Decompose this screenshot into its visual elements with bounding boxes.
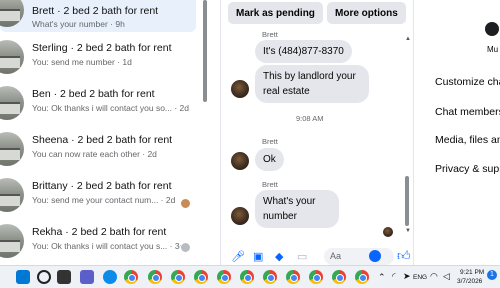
chrome-icon[interactable] <box>309 270 323 284</box>
message-sender: Brett <box>262 180 278 189</box>
emoji-icon[interactable] <box>369 250 381 262</box>
chrome-icon[interactable] <box>355 270 369 284</box>
notification-badge[interactable]: 1 <box>487 270 497 280</box>
customize-chat-item[interactable]: Customize cha <box>435 76 500 88</box>
avatar <box>0 224 24 258</box>
chat-info-panel: Mu Customize cha Chat members Media, fil… <box>415 0 500 265</box>
bell-icon[interactable] <box>485 22 499 36</box>
chrome-icon[interactable] <box>217 270 231 284</box>
conversation-list-scrollbar[interactable] <box>203 0 207 102</box>
conversation-subtitle: You: send me your contact num... · 2d <box>32 195 176 205</box>
message-timestamp: 9:08 AM <box>296 114 324 123</box>
chat-scrollbar[interactable] <box>405 176 409 226</box>
media-files-item[interactable]: Media, files an <box>435 134 500 146</box>
message-composer: 🎤︎ ▣ ◆ ▭ Aa 👍︎ <box>221 248 415 266</box>
message-sender: Brett <box>262 30 278 39</box>
conversation-list: Brett · 2 bed 2 bath for rent What's you… <box>0 0 203 265</box>
network-icon[interactable]: ◜ <box>392 271 396 282</box>
sticker-icon[interactable]: ◆ <box>275 250 283 263</box>
conversation-title: Brett · 2 bed 2 bath for rent <box>32 5 159 17</box>
avatar <box>0 86 24 120</box>
conversation-subtitle: You can now rate each other · 2d <box>32 149 157 159</box>
sender-avatar <box>231 80 249 98</box>
privacy-support-item[interactable]: Privacy & supp <box>435 163 500 175</box>
avatar <box>0 132 24 166</box>
language-indicator[interactable]: ENG <box>413 274 427 281</box>
volume-icon[interactable]: ◁ <box>443 271 450 282</box>
message-sender: Brett <box>262 137 278 146</box>
avatar <box>0 0 24 27</box>
conversation-title: Sterling · 2 bed 2 bath for rent <box>32 42 172 54</box>
mute-label[interactable]: Mu <box>487 45 498 54</box>
location-icon[interactable]: ➤ <box>403 271 411 282</box>
edge-icon[interactable] <box>103 270 117 284</box>
read-receipt-avatar <box>383 227 393 237</box>
conversation-subtitle: You: Ok thanks i will contact you s... ·… <box>32 241 185 251</box>
chat-members-item[interactable]: Chat members <box>435 106 500 118</box>
conversation-item-sheena[interactable]: Sheena · 2 bed 2 bath for rent You can n… <box>0 128 196 170</box>
message-bubble: This by landlord your real estate <box>255 65 369 103</box>
conversation-subtitle: You: Ok thanks i will contact you so... … <box>32 103 190 113</box>
chrome-icon[interactable] <box>124 270 138 284</box>
conversation-title: Ben · 2 bed 2 bath for rent <box>32 88 155 100</box>
message-bubble: Ok <box>255 148 284 171</box>
image-icon[interactable]: ▣ <box>253 250 263 263</box>
conversation-subtitle: You: send me number · 1d <box>32 57 132 67</box>
chat-app-icon[interactable] <box>80 270 94 284</box>
conversation-title: Rekha · 2 bed 2 bath for rent <box>32 226 167 238</box>
message-bubble: What's your number <box>255 190 339 228</box>
clock-time[interactable]: 9:21 PM <box>460 269 484 276</box>
avatar <box>0 178 24 212</box>
sender-avatar <box>231 207 249 225</box>
search-icon[interactable] <box>37 270 51 284</box>
chrome-icon[interactable] <box>332 270 346 284</box>
read-receipt-avatar <box>180 198 191 209</box>
avatar <box>0 40 24 74</box>
conversation-subtitle: What's your number · 9h <box>32 19 125 29</box>
wifi-icon[interactable]: ◠ <box>430 271 438 282</box>
conversation-item-brittany[interactable]: Brittany · 2 bed 2 bath for rent You: se… <box>0 174 196 216</box>
conversation-item-brett[interactable]: Brett · 2 bed 2 bath for rent What's you… <box>0 0 196 32</box>
mark-as-pending-button[interactable]: Mark as pending <box>228 2 323 24</box>
gif-icon[interactable]: ▭ <box>297 250 307 263</box>
chrome-icon[interactable] <box>263 270 277 284</box>
chat-panel: Mark as pending More options Brett ▲ It'… <box>220 0 414 265</box>
windows-start-icon[interactable] <box>16 270 30 284</box>
chrome-icon[interactable] <box>148 270 162 284</box>
conversation-item-sterling[interactable]: Sterling · 2 bed 2 bath for rent You: se… <box>0 36 196 78</box>
message-input[interactable]: Aa <box>324 248 394 265</box>
weather-icon[interactable]: ⌃ <box>378 272 386 283</box>
chrome-icon[interactable] <box>286 270 300 284</box>
chrome-icon[interactable] <box>171 270 185 284</box>
chrome-icon[interactable] <box>194 270 208 284</box>
read-receipt-avatar <box>180 242 191 253</box>
screen: Brett · 2 bed 2 bath for rent What's you… <box>0 0 500 288</box>
taskbar: ⌃ ◜ ➤ ENG ◠ ◁ 9:21 PM 3/7/2026 1 <box>0 265 500 288</box>
thumbs-up-icon[interactable]: 👍︎ <box>397 248 411 264</box>
more-options-button[interactable]: More options <box>327 2 406 24</box>
conversation-item-rekha[interactable]: Rekha · 2 bed 2 bath for rent You: Ok th… <box>0 220 196 262</box>
clock-date[interactable]: 3/7/2026 <box>457 278 482 285</box>
task-view-icon[interactable] <box>57 270 71 284</box>
microphone-icon[interactable]: 🎤︎ <box>231 250 245 263</box>
conversation-title: Sheena · 2 bed 2 bath for rent <box>32 134 173 146</box>
message-bubble: It's (484)877-8370 <box>255 40 352 63</box>
scroll-down-icon[interactable]: ▼ <box>405 228 411 234</box>
collapse-icon[interactable]: ▲ <box>405 36 411 42</box>
conversation-title: Brittany · 2 bed 2 bath for rent <box>32 180 172 192</box>
sender-avatar <box>231 152 249 170</box>
chrome-icon[interactable] <box>240 270 254 284</box>
conversation-item-ben[interactable]: Ben · 2 bed 2 bath for rent You: Ok than… <box>0 82 196 124</box>
